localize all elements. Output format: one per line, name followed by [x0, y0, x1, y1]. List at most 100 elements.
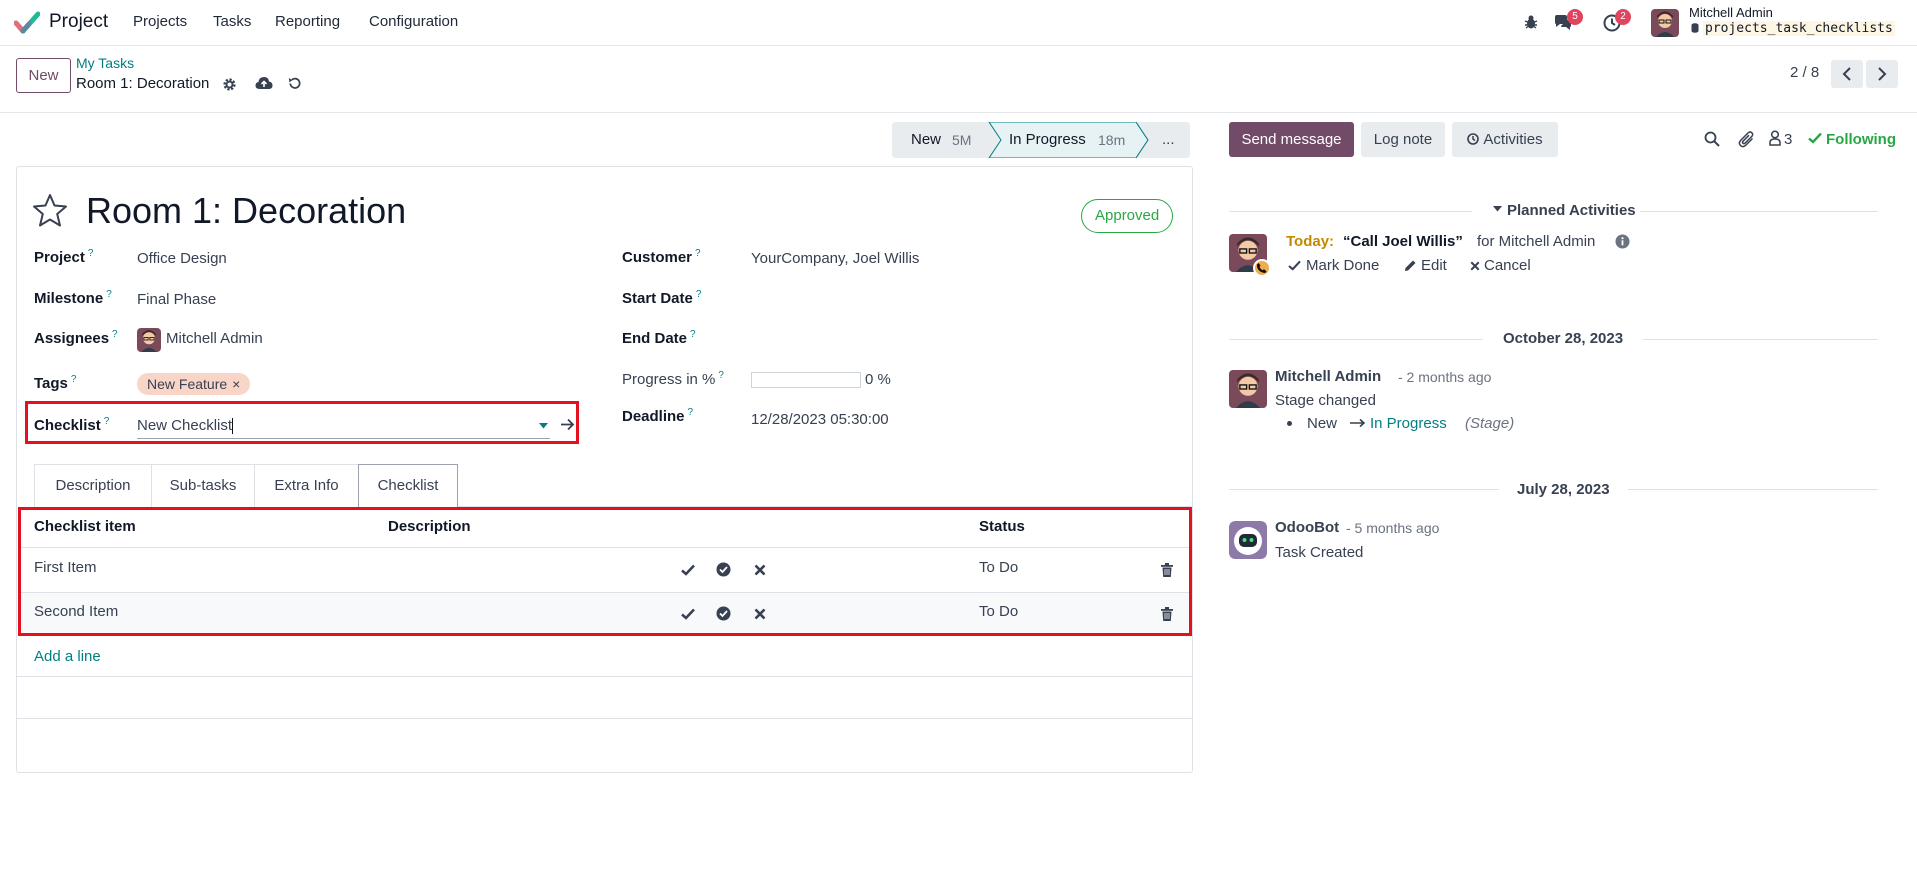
- checklist-field-highlight: [25, 401, 579, 444]
- customer-value[interactable]: YourCompany, Joel Willis: [751, 250, 919, 267]
- breadcrumb-current: Room 1: Decoration: [76, 75, 210, 92]
- help-mark[interactable]: ?: [718, 370, 724, 381]
- progress-bar[interactable]: [751, 372, 861, 388]
- tags-label: Tags?: [34, 374, 76, 392]
- tab-sub-tasks[interactable]: Sub-tasks: [151, 464, 255, 507]
- top-navbar: Project Projects Tasks Reporting Configu…: [0, 0, 1917, 46]
- control-panel: New My Tasks Room 1: Decoration 2 / 8: [0, 47, 1917, 113]
- assignees-label-text: Assignees: [34, 330, 110, 347]
- caret-down-icon[interactable]: [1493, 206, 1502, 212]
- task-title[interactable]: Room 1: Decoration: [86, 190, 406, 232]
- paperclip-icon[interactable]: [1738, 130, 1755, 148]
- help-mark[interactable]: ?: [71, 374, 77, 385]
- new-button[interactable]: New: [16, 58, 71, 93]
- activity-when: Today:: [1286, 233, 1335, 250]
- tags-label-text: Tags: [34, 375, 68, 392]
- project-value[interactable]: Office Design: [137, 250, 227, 267]
- stage-in-progress[interactable]: In Progress: [1009, 122, 1086, 158]
- tracking-new-value: In Progress: [1370, 415, 1447, 432]
- customer-label: Customer?: [622, 248, 701, 266]
- assignees-label: Assignees?: [34, 329, 118, 347]
- gear-icon[interactable]: [222, 77, 237, 92]
- separator-line: [1628, 489, 1878, 490]
- add-line-link[interactable]: Add a line: [34, 648, 101, 665]
- project-label: Project?: [34, 248, 93, 266]
- bug-icon[interactable]: [1523, 14, 1539, 30]
- send-message-button[interactable]: Send message: [1229, 122, 1354, 157]
- tab-checklist[interactable]: Checklist: [358, 464, 458, 508]
- database-icon: [1691, 23, 1699, 33]
- mark-done-button[interactable]: Mark Done: [1306, 257, 1379, 274]
- cancel-icon: [1470, 261, 1480, 271]
- tracking-field-name: (Stage): [1465, 415, 1515, 432]
- odoobot-avatar[interactable]: [1229, 521, 1267, 559]
- activity-summary[interactable]: “Call Joel Willis”: [1343, 233, 1463, 250]
- following-button[interactable]: Following: [1826, 131, 1896, 148]
- start-date-label: Start Date?: [622, 289, 701, 307]
- separator-line: [1229, 489, 1499, 490]
- progress-label-text: Progress in %: [622, 371, 716, 388]
- start-date-input[interactable]: [751, 287, 1151, 311]
- deadline-value[interactable]: 12/28/2023 05:30:00: [751, 411, 889, 428]
- menu-reporting[interactable]: Reporting: [275, 13, 340, 30]
- status-badge: Approved: [1081, 199, 1174, 233]
- activities-button-label: Activities: [1483, 131, 1543, 148]
- separator-line: [1643, 339, 1878, 340]
- phone-icon: [1253, 259, 1271, 277]
- activities-button[interactable]: Activities: [1452, 122, 1558, 157]
- app-name[interactable]: Project: [49, 11, 108, 33]
- search-icon[interactable]: [1704, 131, 1720, 147]
- pager-value[interactable]: 2 / 8: [1790, 64, 1819, 81]
- followers-icon[interactable]: [1769, 130, 1781, 146]
- breadcrumb-my-tasks[interactable]: My Tasks: [76, 55, 134, 71]
- activities-count-badge: 2: [1615, 9, 1631, 25]
- help-mark[interactable]: ?: [88, 248, 94, 259]
- help-mark[interactable]: ?: [695, 248, 701, 259]
- pager-previous-button[interactable]: [1831, 60, 1863, 88]
- end-date-label-text: End Date: [622, 330, 688, 347]
- tag-remove-icon[interactable]: ×: [232, 376, 240, 392]
- tab-description[interactable]: Description: [34, 464, 152, 507]
- message-author[interactable]: Mitchell Admin: [1275, 368, 1381, 385]
- table-footer-divider: [17, 676, 1192, 677]
- help-mark[interactable]: ?: [690, 329, 696, 340]
- user-name[interactable]: Mitchell Admin: [1689, 5, 1773, 20]
- info-icon[interactable]: [1615, 234, 1630, 249]
- cloud-upload-icon[interactable]: [255, 76, 273, 91]
- separator-line: [1640, 211, 1878, 212]
- edit-activity-button[interactable]: Edit: [1421, 257, 1447, 274]
- end-date-input[interactable]: [751, 327, 1151, 351]
- cancel-activity-button[interactable]: Cancel: [1484, 257, 1531, 274]
- help-mark[interactable]: ?: [688, 407, 694, 418]
- tab-extra-info[interactable]: Extra Info: [254, 464, 359, 507]
- date-separator: July 28, 2023: [1517, 481, 1610, 498]
- star-icon[interactable]: [32, 193, 68, 227]
- separator-line: [1229, 339, 1483, 340]
- checklist-table-highlight: [18, 507, 1192, 636]
- help-mark[interactable]: ?: [112, 329, 118, 340]
- project-app-icon[interactable]: [14, 11, 40, 35]
- log-note-button[interactable]: Log note: [1361, 122, 1445, 157]
- help-mark[interactable]: ?: [106, 289, 112, 300]
- stage-new[interactable]: New: [911, 122, 941, 158]
- menu-configuration[interactable]: Configuration: [369, 13, 458, 30]
- menu-projects[interactable]: Projects: [133, 13, 187, 30]
- user-avatar[interactable]: [1651, 9, 1679, 37]
- activities-clock-icon: [1467, 133, 1480, 145]
- followers-count[interactable]: 3: [1784, 131, 1792, 148]
- messages-count-badge: 5: [1567, 9, 1583, 25]
- pager-next-button[interactable]: [1866, 60, 1898, 88]
- assignee-name[interactable]: Mitchell Admin: [166, 330, 263, 347]
- database-name: projects_task_checklists: [1703, 21, 1895, 36]
- planned-activities-title[interactable]: Planned Activities: [1507, 202, 1636, 219]
- stage-more-button[interactable]: ...: [1162, 122, 1175, 158]
- menu-tasks[interactable]: Tasks: [213, 13, 251, 30]
- tag-new-feature[interactable]: New Feature ×: [137, 373, 251, 395]
- message-author-avatar[interactable]: [1229, 370, 1267, 408]
- milestone-value[interactable]: Final Phase: [137, 291, 216, 308]
- discard-icon[interactable]: [287, 76, 302, 91]
- message-author[interactable]: OdooBot: [1275, 519, 1339, 536]
- message-body: Stage changed: [1275, 392, 1376, 409]
- help-mark[interactable]: ?: [696, 289, 702, 300]
- progress-value: 0 %: [865, 371, 891, 388]
